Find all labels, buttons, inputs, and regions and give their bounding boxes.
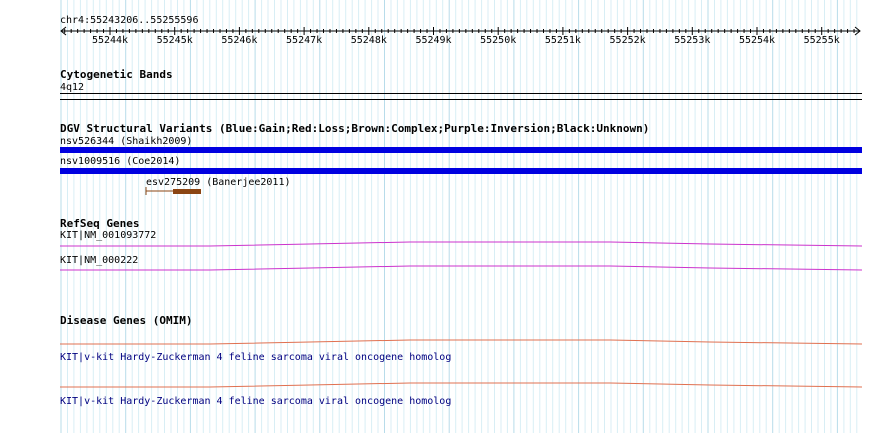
ruler-tick-label: 55252k [609, 35, 646, 46]
ruler-tick-label: 55254k [738, 35, 776, 46]
omim-track-title[interactable]: Disease Genes (OMIM) [60, 314, 192, 327]
cytoband-line-upper [60, 93, 862, 94]
ruler-tick-label: 55253k [674, 35, 711, 46]
dgv-variant-label[interactable]: nsv1009516 (Coe2014) [60, 156, 180, 168]
omim-gene-label[interactable]: KIT|v-kit Hardy-Zuckerman 4 feline sarco… [60, 396, 451, 408]
ruler-tick-label: 55245k [156, 35, 193, 46]
ruler-tick-label: 55248k [350, 35, 387, 46]
ruler-tick-label: 55250k [480, 35, 517, 46]
refseq-track-title[interactable]: RefSeq Genes [60, 217, 139, 230]
ruler-tick-label: 55255k [803, 35, 840, 46]
ruler-tick-label: 55244k [91, 35, 129, 46]
ruler-tick-label: 55251k [544, 35, 581, 46]
dgv-variant-bar[interactable] [60, 147, 862, 153]
cytoband-line-lower [60, 99, 862, 100]
refseq-gene-line[interactable] [0, 262, 890, 274]
cytoband-track-title[interactable]: Cytogenetic Bands [60, 68, 173, 81]
dgv-complex-variant-glyph[interactable] [140, 185, 210, 197]
ruler-tick-label: 55249k [415, 35, 452, 46]
dgv-track-title[interactable]: DGV Structural Variants (Blue:Gain;Red:L… [60, 122, 649, 135]
refseq-gene-line[interactable] [0, 238, 890, 250]
dgv-variant-bar[interactable] [60, 168, 862, 174]
omim-gene-line[interactable] [0, 380, 890, 392]
genome-browser-view: chr4:55243206..55255596 55244k 55245k 5524… [0, 0, 890, 433]
omim-gene-label[interactable]: KIT|v-kit Hardy-Zuckerman 4 feline sarco… [60, 352, 451, 364]
ruler-tick-label: 55247k [286, 35, 323, 46]
ruler-tick-label: 55246k [221, 35, 258, 46]
omim-gene-line[interactable] [0, 337, 890, 349]
